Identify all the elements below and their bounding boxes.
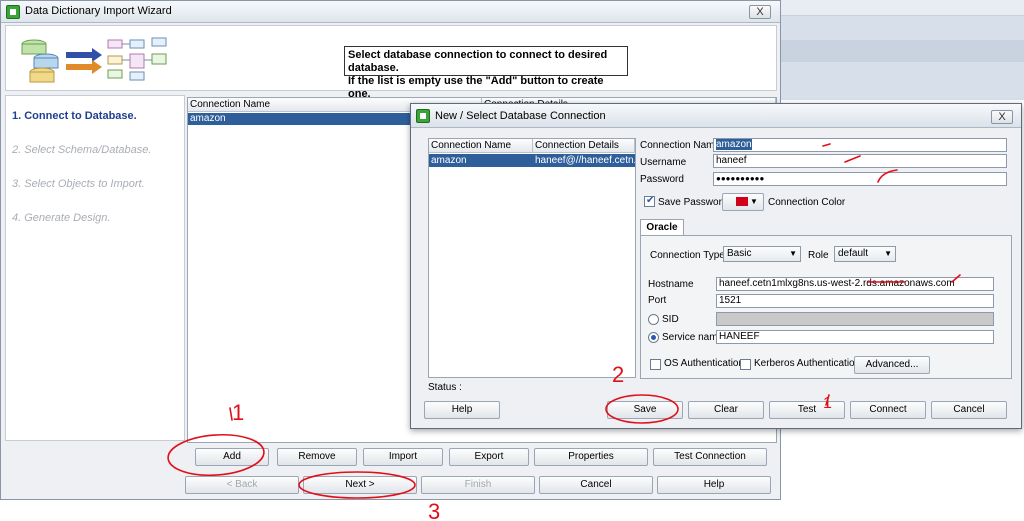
dialog-row-name: amazon: [431, 155, 467, 166]
wizard-instruction-message: Select database connection to connect to…: [344, 46, 628, 100]
service-name-radio[interactable]: [648, 332, 659, 343]
sid-radio[interactable]: [648, 314, 659, 325]
wizard-close-button[interactable]: X: [749, 5, 771, 19]
save-password-label: Save Password: [658, 197, 728, 208]
import-button[interactable]: Import: [363, 448, 443, 466]
step-select-objects: 3. Select Objects to Import.: [12, 178, 145, 190]
dialog-app-icon: [416, 109, 430, 123]
wizard-cancel-button[interactable]: Cancel: [539, 476, 653, 494]
properties-button[interactable]: Properties: [534, 448, 648, 466]
add-button[interactable]: Add: [195, 448, 269, 466]
finish-button[interactable]: Finish: [421, 476, 535, 494]
dialog-close-button[interactable]: X: [991, 110, 1013, 124]
wizard-steps-panel: 1. Connect to Database. 2. Select Schema…: [5, 95, 185, 441]
password-label: Password: [640, 174, 684, 185]
dialog-connection-list[interactable]: Connection Name Connection Details amazo…: [428, 138, 636, 378]
username-input[interactable]: haneef: [713, 154, 1007, 168]
os-authentication-label: OS Authentication: [664, 358, 745, 369]
wizard-titlebar: Data Dictionary Import Wizard X: [1, 1, 780, 23]
step-select-schema: 2. Select Schema/Database.: [12, 144, 152, 156]
connection-color-swatch: [736, 197, 748, 206]
dialog-clear-button[interactable]: Clear: [688, 401, 764, 419]
dialog-test-button[interactable]: Test: [769, 401, 845, 419]
database-to-diagram-icon: [21, 37, 167, 83]
dialog-connection-row-amazon[interactable]: amazon haneef@//haneef.cetn...: [429, 154, 635, 167]
kerberos-authentication-checkbox[interactable]: [740, 359, 751, 370]
service-name-input[interactable]: HANEEF: [716, 330, 994, 344]
background-app-toolbar: [780, 0, 1024, 16]
connection-name-value: amazon: [716, 139, 752, 150]
dialog-row-details: haneef@//haneef.cetn...: [535, 155, 635, 166]
instruction-line-1: Select database connection to connect to…: [348, 49, 608, 74]
dialog-titlebar: New / Select Database Connection X: [411, 104, 1021, 128]
annotation-number-3: 3: [428, 499, 440, 521]
oracle-tab-panel: Connection Type Basic Role default Hostn…: [640, 235, 1012, 379]
connection-type-select[interactable]: Basic: [723, 246, 801, 262]
wizard-help-button[interactable]: Help: [657, 476, 771, 494]
dialog-title: New / Select Database Connection: [435, 110, 606, 122]
connection-color-button[interactable]: ▼: [722, 193, 764, 211]
step-connect-to-database[interactable]: 1. Connect to Database.: [12, 110, 137, 122]
dialog-connect-button[interactable]: Connect: [850, 401, 926, 419]
step-generate-design: 4. Generate Design.: [12, 212, 111, 224]
next-button[interactable]: Next >: [303, 476, 417, 494]
hostname-input[interactable]: haneef.cetn1mlxg8ns.us-west-2.rds.amazon…: [716, 277, 994, 291]
role-select[interactable]: default: [834, 246, 896, 262]
role-label: Role: [808, 250, 829, 261]
service-name-label: Service name: [662, 332, 724, 343]
database-connection-dialog: New / Select Database Connection X Conne…: [410, 103, 1022, 429]
password-input[interactable]: ●●●●●●●●●●: [713, 172, 1007, 186]
dialog-cancel-button[interactable]: Cancel: [931, 401, 1007, 419]
connection-row-amazon[interactable]: amazon: [188, 113, 418, 125]
dialog-help-button[interactable]: Help: [424, 401, 500, 419]
port-label: Port: [648, 295, 667, 306]
dialog-column-connection-details[interactable]: Connection Details: [533, 139, 635, 153]
wizard-title: Data Dictionary Import Wizard: [25, 5, 172, 17]
wizard-header: Select database connection to connect to…: [5, 25, 777, 100]
connection-type-label: Connection Type: [650, 250, 725, 261]
port-input[interactable]: 1521: [716, 294, 994, 308]
save-password-checkbox[interactable]: [644, 195, 655, 207]
connection-name-input[interactable]: amazon: [713, 138, 1007, 152]
dialog-column-connection-name[interactable]: Connection Name: [429, 139, 533, 153]
export-button[interactable]: Export: [449, 448, 529, 466]
advanced-button[interactable]: Advanced...: [854, 356, 930, 374]
remove-button[interactable]: Remove: [277, 448, 357, 466]
os-authentication-checkbox[interactable]: [650, 359, 661, 370]
sid-input[interactable]: [716, 312, 994, 326]
back-button[interactable]: < Back: [185, 476, 299, 494]
hostname-label: Hostname: [648, 279, 694, 290]
tab-oracle[interactable]: Oracle: [640, 219, 684, 235]
username-label: Username: [640, 157, 687, 168]
test-connection-button[interactable]: Test Connection: [653, 448, 767, 466]
connection-color-label: Connection Color: [768, 197, 846, 208]
chevron-down-icon: ▼: [750, 197, 758, 206]
sid-label: SID: [662, 314, 679, 325]
connection-name-label: Connection Name: [640, 140, 721, 151]
dialog-save-button[interactable]: Save: [607, 401, 683, 419]
kerberos-authentication-label: Kerberos Authentication: [754, 358, 861, 369]
wizard-app-icon: [6, 5, 20, 19]
background-app-band: [780, 40, 1024, 62]
status-label: Status :: [428, 382, 462, 393]
